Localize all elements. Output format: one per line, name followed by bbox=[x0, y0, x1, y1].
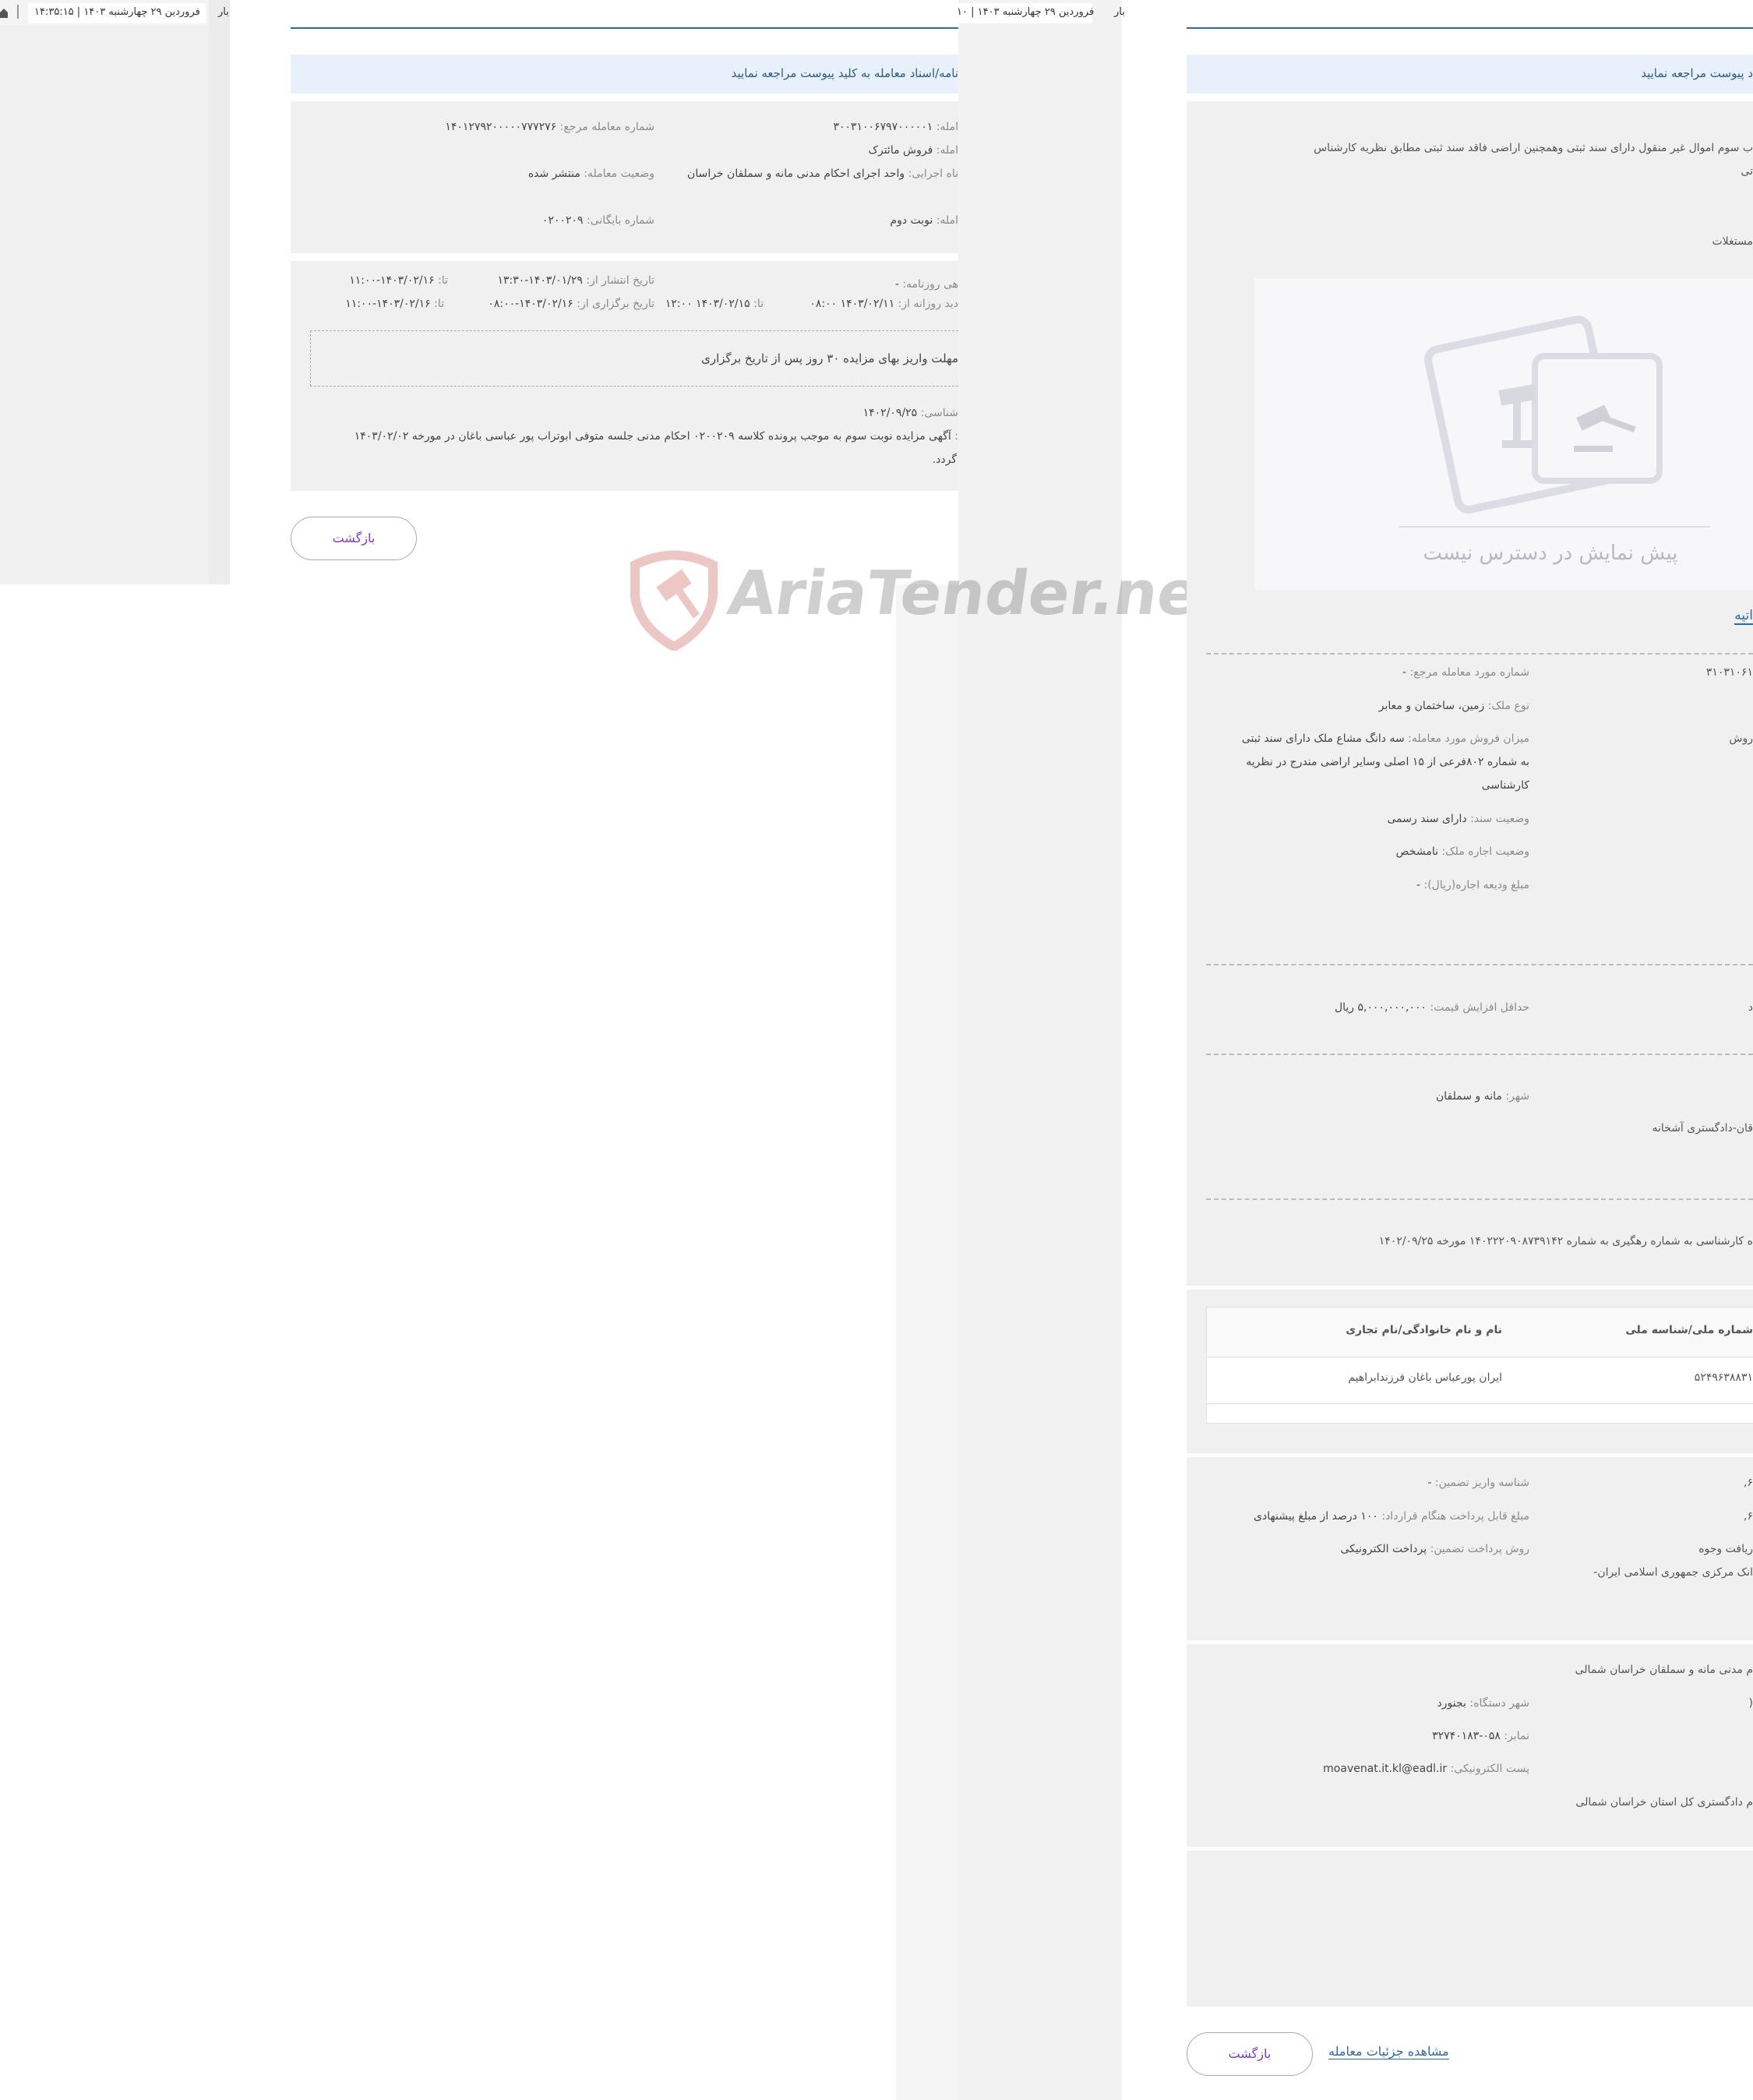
right-payment-bank: انک مرکزی جمهوری اسلامی ایران- bbox=[1593, 1566, 1753, 1579]
middle-window-datetime: فروردین ۲۹ چهارشنبه ۱۴۰۳ | ۱۰ bbox=[957, 6, 1095, 18]
middle-publish-from: تاریخ انتشار از: ۱۴۰۳/۰۱/۲۹-۱۳:۳۰ bbox=[497, 274, 654, 287]
right-contract-pay: مبلغ قابل پرداخت هنگام قرارداد: ۱۰۰ درصد… bbox=[1254, 1510, 1529, 1523]
left-window-divider bbox=[17, 5, 19, 19]
middle-visit-from: دید روزانه از: ۱۴۰۳/۰۲/۱۱ ۰۸:۰۰ bbox=[809, 298, 958, 310]
auction-hammer-icon bbox=[1424, 316, 1663, 514]
right-city: شهر: مانه و سملقان bbox=[1436, 1090, 1529, 1103]
right-device-city: شهر دستگاه: بجنورد bbox=[1437, 1697, 1529, 1710]
right-parent-org: م دادگستری کل استان خراسان شمالی bbox=[1575, 1796, 1753, 1809]
middle-newspaper: هی روزنامه: - bbox=[894, 278, 958, 291]
middle-visit-to: تا: ۱۴۰۳/۰۲/۱۵ ۱۲:۰۰ bbox=[665, 298, 764, 310]
right-guarantee-id: شناسه واریز تضمین: - bbox=[1427, 1477, 1529, 1489]
watermark-logo-icon bbox=[630, 550, 718, 651]
right-payment-side-1: ۶, bbox=[1744, 1477, 1753, 1489]
middle-window-header-line bbox=[291, 27, 958, 29]
right-email: پست الکترونیکی: moavenat.it.kl@eadl.ir bbox=[1323, 1763, 1529, 1775]
right-deed-status: وضعیت سند: دارای سند رسمی bbox=[1387, 813, 1529, 825]
right-location: قان-دادگستری آشخانه bbox=[1652, 1122, 1753, 1135]
right-back-button[interactable]: بازگشت bbox=[1187, 2032, 1313, 2076]
owners-table: شماره ملی/شناسه ملی نام و نام خانوادگی/ن… bbox=[1206, 1307, 1753, 1424]
left-window-side-strip bbox=[209, 0, 230, 584]
right-ref-item: شماره مورد معامله مرجع: - bbox=[1402, 666, 1529, 679]
home-icon[interactable] bbox=[0, 6, 8, 18]
watermark: AriaTender.neT bbox=[619, 542, 1245, 651]
right-notice-text: د پیوست مراجعه نمایید bbox=[1641, 66, 1753, 80]
middle-back-button-label: بازگشت bbox=[332, 531, 376, 545]
left-window bbox=[0, 0, 230, 584]
table-row-name: ایران پورعباس باغان فرزندابراهیم bbox=[1348, 1371, 1502, 1384]
right-min-increase-side: د bbox=[1748, 1001, 1753, 1014]
left-window-datetime: فروردین ۲۹ چهارشنبه ۱۴۰۳ | ۱۴:۳۵:۱۵ bbox=[34, 6, 200, 18]
right-notice-bar: د پیوست مراجعه نمایید bbox=[1187, 55, 1753, 94]
middle-window-right-strip bbox=[958, 0, 1122, 2100]
owners-table-row-border bbox=[1207, 1403, 1753, 1404]
right-guarantee-method: روش پرداخت تضمین: پرداخت الکترونیکی bbox=[1340, 1543, 1529, 1555]
preview-rule bbox=[1399, 526, 1710, 528]
right-tab-label[interactable]: اتیه bbox=[1734, 608, 1753, 625]
right-divider-2 bbox=[1206, 964, 1753, 965]
right-intro-line1: ب سوم اموال غیر منقول دارای سند ثبتی وهم… bbox=[1314, 142, 1753, 154]
right-sale-amount-line2: به شماره ۸۰۲فرعی از ۱۵ اصلی وسایر اراضی … bbox=[1246, 756, 1529, 768]
right-item-number: ۳۱۰۳۱۰۶۱ bbox=[1705, 666, 1753, 679]
right-empty-panel bbox=[1187, 1851, 1753, 2006]
right-sale-amount-line3: کارشناسی bbox=[1481, 779, 1529, 792]
right-fax: نمابر: ۰۵۸-۳۲۷۴۰۱۸۳ bbox=[1432, 1730, 1529, 1742]
right-window-header-line bbox=[1187, 27, 1753, 29]
middle-notice-text: نامه/اسناد معامله به کلید پیوست مراجعه ن… bbox=[731, 66, 958, 80]
middle-hold-to: تا: ۱۴۰۳/۰۲/۱۶-۱۱:۰۰ bbox=[345, 298, 444, 310]
middle-window-lower-strip bbox=[896, 584, 958, 2100]
middle-ref-number: شماره معامله مرجع: ۱۴۰۱۲۷۹۲۰۰۰۰۰۷۷۷۲۷۶ bbox=[445, 121, 654, 133]
right-sale-amount-line1: میزان فروش مورد معامله: سه دانگ مشاع ملک… bbox=[1241, 732, 1529, 745]
right-contact-org: م مدنی مانه و سملقان خراسان شمالی bbox=[1575, 1664, 1753, 1676]
right-divider-3 bbox=[1206, 1054, 1753, 1055]
table-col-name: نام و نام خانوادگی/نام تجاری bbox=[1346, 1324, 1502, 1336]
right-property-type: نوع ملک: زمین، ساختمان و معابر bbox=[1378, 700, 1529, 712]
right-contact-side: ( bbox=[1748, 1697, 1753, 1710]
right-payment-side-2: ۶, bbox=[1744, 1510, 1753, 1523]
middle-deposit-box: مهلت واریز بهای مزایده ۳۰ روز پس از تاری… bbox=[310, 330, 958, 386]
middle-round: املە: نوبت دوم bbox=[890, 214, 958, 227]
right-expert-note: ه کارشناسی به شماره رهگیری به شماره ۱۴۰۲… bbox=[1378, 1235, 1753, 1248]
table-row-id: ۵۲۴۹۶۳۸۸۳۱ bbox=[1694, 1371, 1753, 1384]
right-back-button-label: بازگشت bbox=[1228, 2046, 1272, 2061]
right-intro-line2: تی bbox=[1741, 165, 1753, 178]
middle-exec-unit: ناه اجرایی: واحد اجرای احکام مدنی مانه و… bbox=[687, 168, 958, 180]
right-min-increase: حداقل افزایش قیمت: ۵,۰۰۰,۰۰۰,۰۰۰ ریال bbox=[1334, 1001, 1529, 1014]
middle-hold-from: تاریخ برگزاری از: ۱۴۰۳/۰۲/۱۶-۰۸:۰۰ bbox=[488, 298, 654, 310]
right-category: مستغلات bbox=[1712, 235, 1753, 248]
middle-archive: شماره بایگانی: ۰۲۰۰۲۰۹ bbox=[541, 214, 654, 227]
middle-expert-date: شناسی: ۱۴۰۲/۰۹/۲۵ bbox=[862, 407, 958, 419]
right-payment-receive: ریافت وجوه bbox=[1698, 1543, 1753, 1555]
right-lease-deposit: مبلغ ودیعه اجاره(ریال): - bbox=[1416, 879, 1529, 891]
view-details-link[interactable]: مشاهده جزئیات معامله bbox=[1328, 2044, 1449, 2059]
right-sale-side: روش bbox=[1729, 732, 1753, 745]
middle-deal-number: املە: ۳۰۰۳۱۰۰۶۷۹۷۰۰۰۰۰۱ bbox=[833, 121, 958, 133]
preview-placeholder: پیش نمایش در دسترس نیست bbox=[1254, 278, 1753, 590]
middle-deal-type: املە: فروش مائترک bbox=[868, 144, 958, 157]
middle-status: وضعیت معامله: منتشر شده bbox=[527, 168, 654, 180]
middle-back-button[interactable]: بازگشت bbox=[291, 517, 417, 560]
middle-description-line2: گردد. bbox=[932, 454, 957, 466]
right-window-partial-label: بار bbox=[1114, 6, 1125, 18]
table-col-national-id: شماره ملی/شناسه ملی bbox=[1625, 1324, 1753, 1336]
right-divider-1 bbox=[1206, 653, 1753, 655]
middle-description-line1: : آگهی مزایده نوبت سوم به موجب پرونده کل… bbox=[354, 430, 958, 443]
middle-notice-bar: نامه/اسناد معامله به کلید پیوست مراجعه ن… bbox=[291, 55, 958, 94]
left-window-partial-label: بار bbox=[218, 6, 229, 18]
middle-publish-to: تا: ۱۴۰۳/۰۲/۱۶-۱۱:۰۰ bbox=[349, 274, 448, 287]
right-lease-status: وضعیت اجاره ملک: نامشخص bbox=[1395, 845, 1529, 858]
right-divider-4 bbox=[1206, 1198, 1753, 1200]
middle-window-left-strip bbox=[230, 0, 232, 584]
watermark-text: AriaTender.neT bbox=[723, 559, 1246, 629]
no-preview-text: پیش نمایش در دسترس نیست bbox=[1423, 542, 1678, 565]
middle-deposit-text: مهلت واریز بهای مزایده ۳۰ روز پس از تاری… bbox=[701, 351, 958, 365]
